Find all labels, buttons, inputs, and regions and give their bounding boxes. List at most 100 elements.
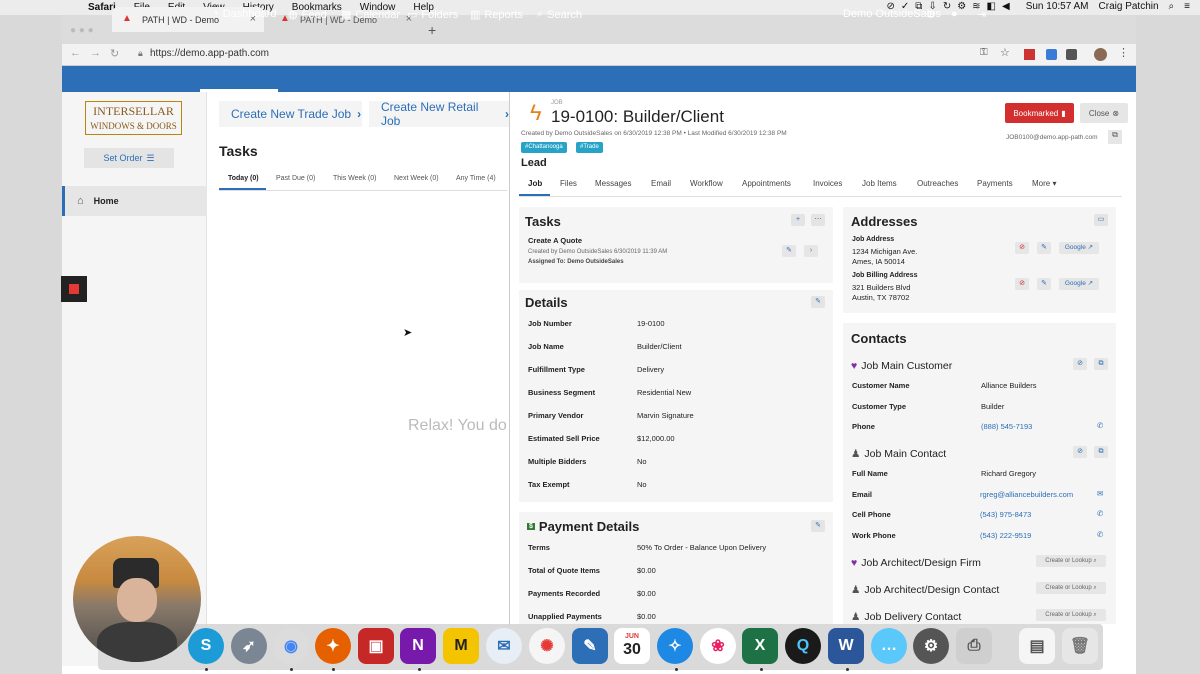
- create-trade-job-button[interactable]: Create New Trade Job ›: [219, 101, 362, 127]
- messages-icon[interactable]: …: [871, 628, 907, 664]
- extension-icon[interactable]: [1066, 49, 1077, 60]
- set-order-button[interactable]: Set Order ☰: [84, 148, 174, 168]
- tab-invoices[interactable]: Invoices: [813, 179, 842, 188]
- remove-icon[interactable]: ⊘: [1015, 242, 1029, 254]
- forward-icon[interactable]: →: [90, 47, 101, 59]
- miro-icon[interactable]: M: [443, 628, 479, 664]
- system-preferences-icon[interactable]: ⚙: [913, 628, 949, 664]
- tag-badge[interactable]: #Chattanooga: [521, 142, 567, 153]
- tab-workflow[interactable]: Workflow: [690, 179, 723, 188]
- firefox-icon[interactable]: ✦: [315, 628, 351, 664]
- close-button[interactable]: Close ⊗: [1080, 103, 1128, 123]
- new-tab-icon[interactable]: +: [428, 22, 436, 38]
- phone-icon[interactable]: ✆: [1097, 421, 1103, 430]
- calendar-app-icon[interactable]: JUN 30: [614, 628, 650, 664]
- tab-job[interactable]: Job: [528, 179, 542, 188]
- tab-more[interactable]: More ▾: [1032, 179, 1056, 188]
- task-name[interactable]: Create A Quote: [528, 236, 582, 245]
- chat-icon[interactable]: ●: [951, 8, 958, 20]
- safari-icon[interactable]: ✧: [657, 628, 693, 664]
- bookmarked-button[interactable]: Bookmarked ▮: [1005, 103, 1074, 123]
- tab-email[interactable]: Email: [651, 179, 671, 188]
- sidebar-item-home[interactable]: ⌂ Home: [62, 186, 207, 216]
- back-icon[interactable]: ←: [70, 47, 81, 59]
- excel-icon[interactable]: X: [742, 628, 778, 664]
- create-or-lookup-button[interactable]: Create or Lookup ⌕: [1036, 555, 1106, 567]
- extension-icon[interactable]: [1046, 49, 1057, 60]
- nav-reports[interactable]: ▥ Reports: [470, 8, 523, 22]
- tab-job-items[interactable]: Job Items: [862, 179, 897, 188]
- map-icon[interactable]: ▭: [1094, 214, 1108, 226]
- chrome-icon[interactable]: ◉: [273, 628, 309, 664]
- tab-payments[interactable]: Payments: [977, 179, 1013, 188]
- launchpad-icon[interactable]: ➶: [231, 628, 267, 664]
- work-phone-link[interactable]: (543) 222-9519: [980, 531, 1031, 540]
- tab-messages[interactable]: Messages: [595, 179, 631, 188]
- tab-next-week[interactable]: Next Week (0): [394, 175, 439, 182]
- url-field[interactable]: https://demo.app-path.com: [150, 48, 269, 59]
- nav-search[interactable]: ⌕ Search: [537, 8, 582, 21]
- extension-icon[interactable]: [1024, 49, 1035, 60]
- google-map-button[interactable]: Google ↗: [1059, 242, 1099, 254]
- phone-icon[interactable]: ✆: [1097, 530, 1103, 539]
- screen-record-icon[interactable]: ▣: [358, 628, 394, 664]
- quicktime-icon[interactable]: Q: [785, 628, 821, 664]
- phone-link[interactable]: (888) 545-7193: [981, 422, 1032, 431]
- open-icon[interactable]: ⧉: [1094, 446, 1108, 458]
- trash-icon[interactable]: 🗑︎: [1062, 628, 1098, 664]
- remove-icon[interactable]: ⊘: [1073, 446, 1087, 458]
- tab-this-week[interactable]: This Week (0): [333, 175, 376, 182]
- downloads-stack-icon[interactable]: ▤: [1019, 628, 1055, 664]
- tag-badge[interactable]: #Trade: [576, 142, 603, 153]
- profile-avatar[interactable]: [1094, 48, 1107, 61]
- create-or-lookup-button[interactable]: Create or Lookup ⌕: [1036, 609, 1106, 621]
- create-retail-job-button[interactable]: Create New Retail Job ›: [369, 100, 509, 128]
- edit-icon[interactable]: ✎: [811, 296, 825, 308]
- open-icon[interactable]: ⧉: [1094, 358, 1108, 370]
- tab-files[interactable]: Files: [560, 179, 577, 188]
- nav-dashboard[interactable]: ◔ Dashboard: [212, 8, 276, 20]
- cell-phone-link[interactable]: (543) 975-8473: [980, 510, 1031, 519]
- remove-icon[interactable]: ⊘: [1073, 358, 1087, 370]
- menu-kebab-icon[interactable]: ⋮: [1118, 46, 1129, 59]
- more-icon[interactable]: ⋯: [811, 214, 825, 226]
- phone-icon[interactable]: ✆: [1097, 509, 1103, 518]
- create-or-lookup-button[interactable]: Create or Lookup ⌕: [1036, 582, 1106, 594]
- chevron-right-icon[interactable]: ›: [804, 245, 818, 257]
- nav-calendar[interactable]: ▦ Calendar: [341, 8, 400, 22]
- google-map-button[interactable]: Google ↗: [1059, 278, 1099, 290]
- logout-icon[interactable]: ⇥: [977, 8, 986, 21]
- tab-appointments[interactable]: Appointments: [742, 179, 791, 188]
- record-stop-button[interactable]: [61, 276, 87, 302]
- thunderbird-icon[interactable]: ✉: [486, 628, 522, 664]
- nav-folders[interactable]: ▭ Folders: [407, 8, 458, 22]
- copy-icon[interactable]: ⧉: [1108, 130, 1122, 144]
- notes-app-icon[interactable]: ✎: [572, 628, 608, 664]
- onenote-icon[interactable]: N: [400, 628, 436, 664]
- gear-icon[interactable]: ⚙: [926, 8, 936, 21]
- tab-past-due[interactable]: Past Due (0): [276, 175, 315, 182]
- add-task-icon[interactable]: +: [791, 214, 805, 226]
- window-controls[interactable]: ● ● ●: [70, 25, 94, 36]
- printer-icon[interactable]: ⎙: [956, 628, 992, 664]
- edit-icon[interactable]: ✎: [1037, 278, 1051, 290]
- reload-icon[interactable]: ↻: [110, 47, 119, 60]
- app-icon[interactable]: ✺: [529, 628, 565, 664]
- clock[interactable]: Sun 10:57 AM: [1026, 1, 1089, 12]
- envelope-icon[interactable]: ✉: [1097, 489, 1103, 498]
- nav-feed[interactable]: ◍ Feed: [288, 8, 327, 22]
- tab-today[interactable]: Today (0): [228, 175, 259, 182]
- edit-icon[interactable]: ✎: [782, 245, 796, 257]
- key-icon[interactable]: ⚿: [980, 47, 988, 58]
- photos-icon[interactable]: ❀: [700, 628, 736, 664]
- edit-icon[interactable]: ✎: [1037, 242, 1051, 254]
- notification-icon[interactable]: ≡: [1184, 1, 1190, 12]
- remove-icon[interactable]: ⊘: [1015, 278, 1029, 290]
- tab-any-time[interactable]: Any Time (4): [456, 175, 496, 182]
- skype-icon[interactable]: S: [188, 628, 224, 664]
- word-icon[interactable]: W: [828, 628, 864, 664]
- tab-outreaches[interactable]: Outreaches: [917, 179, 958, 188]
- star-icon[interactable]: ☆: [1000, 46, 1010, 59]
- user-name[interactable]: Craig Patchin: [1099, 1, 1159, 12]
- spotlight-icon[interactable]: ⌕: [1169, 1, 1175, 12]
